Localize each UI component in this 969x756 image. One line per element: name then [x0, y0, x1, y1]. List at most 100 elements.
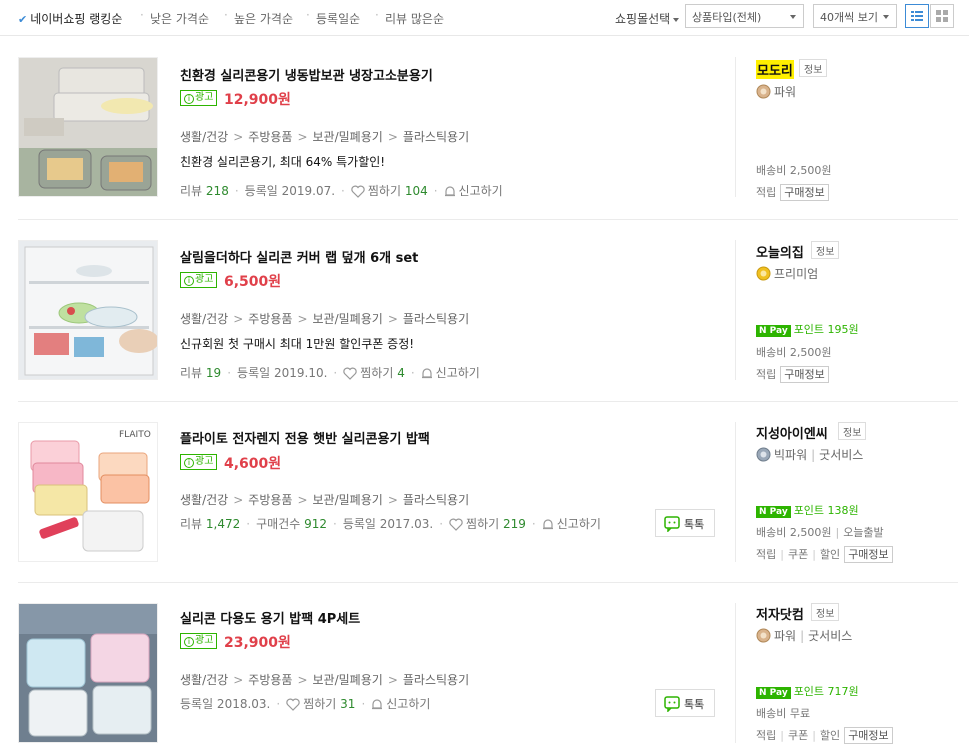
- category-link[interactable]: 생활/건강: [180, 673, 228, 687]
- product-row: 살림을더하다 실리콘 커버 랩 덮개 6개 set i 광고 6,500원 생활/…: [18, 220, 958, 402]
- category-link[interactable]: 주방용품: [248, 493, 292, 507]
- ad-label: 광고: [195, 456, 214, 467]
- product-meta: 리뷰 1,472 · 구매건수 912 · 등록일 2017.03. · 찜하기 219 · 신…: [180, 517, 601, 531]
- product-row: 친환경 실리콘용기 냉동밥보관 냉장고소분용기 i 광고 12,900원 생활/건…: [18, 37, 958, 220]
- category-link[interactable]: 생활/건강: [180, 312, 228, 326]
- earn-link[interactable]: 적립: [756, 186, 776, 199]
- product-price: 6,500원: [224, 274, 282, 290]
- discount-link[interactable]: 할인: [820, 729, 840, 742]
- category-link[interactable]: 플라스틱용기: [403, 130, 469, 144]
- wishlist-button[interactable]: 찜하기 31: [286, 697, 355, 711]
- product-thumbnail[interactable]: [18, 240, 158, 380]
- category-path: 생활/건강 > 주방용품 > 보관/밀폐용기 > 플라스틱용기: [180, 493, 470, 507]
- ad-badge[interactable]: i 광고: [180, 633, 218, 649]
- ad-badge[interactable]: i 광고: [180, 454, 218, 470]
- earn-link[interactable]: 적립: [756, 548, 776, 561]
- mall-select-dropdown[interactable]: 쇼핑몰선택: [615, 10, 680, 27]
- info-icon: i: [184, 458, 194, 468]
- npay-icon: N Pay: [756, 687, 791, 699]
- mall-info-button[interactable]: 정보: [838, 422, 867, 440]
- product-image: [19, 241, 157, 379]
- talktalk-button[interactable]: 톡톡: [655, 509, 715, 537]
- sort-most-reviews[interactable]: 리뷰 많은순: [385, 10, 444, 27]
- bell-icon: [421, 368, 432, 379]
- category-link[interactable]: 보관/밀폐용기: [313, 493, 383, 507]
- bell-icon: [542, 519, 553, 530]
- sort-label: 네이버쇼핑 랭킹순: [30, 12, 123, 26]
- product-title[interactable]: 살림을더하다 실리콘 커버 랩 덮개 6개 set: [180, 247, 418, 266]
- grid-view-button[interactable]: [930, 4, 954, 28]
- category-link[interactable]: 플라스틱용기: [403, 312, 469, 326]
- category-link[interactable]: 보관/밀폐용기: [313, 673, 383, 687]
- sort-newest[interactable]: 등록일순: [316, 10, 360, 27]
- product-title[interactable]: 플라이토 전자렌지 전용 햇반 실리콘용기 밥팩: [180, 428, 430, 447]
- page-size-value: 40개씩 보기: [820, 11, 878, 24]
- report-button[interactable]: 신고하기: [542, 517, 601, 531]
- wishlist-button[interactable]: 찜하기 104: [351, 184, 428, 198]
- mall-name[interactable]: 지성아이엔씨: [756, 423, 828, 442]
- review-count[interactable]: 리뷰 19: [180, 366, 221, 380]
- info-icon: i: [184, 94, 194, 104]
- product-meta: 리뷰 218 · 등록일 2019.07. · 찜하기 104 · 신고하기: [180, 184, 503, 198]
- discount-link[interactable]: 할인: [820, 548, 840, 561]
- register-date: 등록일 2018.03.: [180, 697, 271, 711]
- mall-grade: 파워: [756, 83, 796, 100]
- sort-ranking[interactable]: ✔ 네이버쇼핑 랭킹순: [18, 10, 122, 27]
- category-link[interactable]: 플라스틱용기: [403, 493, 469, 507]
- bell-icon: [372, 699, 383, 710]
- list-view-icon: [911, 11, 923, 21]
- talktalk-button[interactable]: 톡톡: [655, 689, 715, 717]
- report-button[interactable]: 신고하기: [421, 366, 480, 380]
- mall-name[interactable]: 모도리: [756, 60, 794, 79]
- shipping-fee: 배송비 2,500원: [756, 346, 832, 359]
- buy-info-button[interactable]: 구매정보: [780, 366, 829, 383]
- category-link[interactable]: 주방용품: [248, 673, 292, 687]
- mall-links: 적립 | 쿠폰 | 할인 구매정보: [756, 727, 893, 744]
- product-type-value: 상품타입(전체): [692, 11, 762, 24]
- category-link[interactable]: 보관/밀폐용기: [313, 130, 383, 144]
- product-thumbnail[interactable]: [18, 57, 158, 197]
- category-link[interactable]: 보관/밀폐용기: [313, 312, 383, 326]
- earn-link[interactable]: 적립: [756, 368, 776, 381]
- mall-info-button[interactable]: 정보: [811, 603, 840, 621]
- coupon-link[interactable]: 쿠폰: [788, 548, 808, 561]
- ad-badge[interactable]: i 광고: [180, 272, 218, 288]
- mall-name[interactable]: 저자닷컴: [756, 604, 804, 623]
- check-icon: ✔: [18, 13, 28, 26]
- product-type-select[interactable]: 상품타입(전체): [685, 4, 804, 28]
- product-price: 4,600원: [224, 456, 282, 472]
- product-thumbnail[interactable]: [18, 603, 158, 743]
- sort-high-price[interactable]: 높은 가격순: [234, 10, 293, 27]
- report-button[interactable]: 신고하기: [444, 184, 503, 198]
- sort-low-price[interactable]: 낮은 가격순: [150, 10, 209, 27]
- heart-icon: [449, 518, 463, 531]
- buy-info-button[interactable]: 구매정보: [844, 546, 893, 563]
- review-count[interactable]: 리뷰 1,472: [180, 517, 240, 531]
- buy-info-button[interactable]: 구매정보: [844, 727, 893, 744]
- product-title[interactable]: 친환경 실리콘용기 냉동밥보관 냉장고소분용기: [180, 65, 433, 84]
- list-view-button[interactable]: [905, 4, 929, 28]
- buy-info-button[interactable]: 구매정보: [780, 184, 829, 201]
- mall-info-button[interactable]: 정보: [799, 59, 828, 77]
- report-button[interactable]: 신고하기: [371, 697, 430, 711]
- category-link[interactable]: 주방용품: [248, 130, 292, 144]
- category-link[interactable]: 생활/건강: [180, 493, 228, 507]
- page-size-select[interactable]: 40개씩 보기: [813, 4, 897, 28]
- coupon-link[interactable]: 쿠폰: [788, 729, 808, 742]
- product-thumbnail[interactable]: FLAITO: [18, 422, 158, 562]
- ad-badge[interactable]: i 광고: [180, 90, 218, 106]
- earn-link[interactable]: 적립: [756, 729, 776, 742]
- chevron-down-icon: [673, 17, 680, 22]
- wishlist-button[interactable]: 찜하기 219: [449, 517, 526, 531]
- npay-points: N Pay 포인트 138원: [756, 502, 859, 518]
- category-link[interactable]: 생활/건강: [180, 130, 228, 144]
- review-count[interactable]: 리뷰 218: [180, 184, 229, 198]
- product-title[interactable]: 실리콘 다용도 용기 밥팩 4P세트: [180, 608, 360, 627]
- chat-icon: [664, 696, 680, 712]
- category-link[interactable]: 주방용품: [248, 312, 292, 326]
- wishlist-button[interactable]: 찜하기 4: [343, 366, 405, 380]
- shipping-fee: 배송비 무료: [756, 707, 811, 720]
- mall-name[interactable]: 오늘의집: [756, 242, 804, 261]
- mall-info-button[interactable]: 정보: [811, 241, 840, 259]
- category-link[interactable]: 플라스틱용기: [403, 673, 469, 687]
